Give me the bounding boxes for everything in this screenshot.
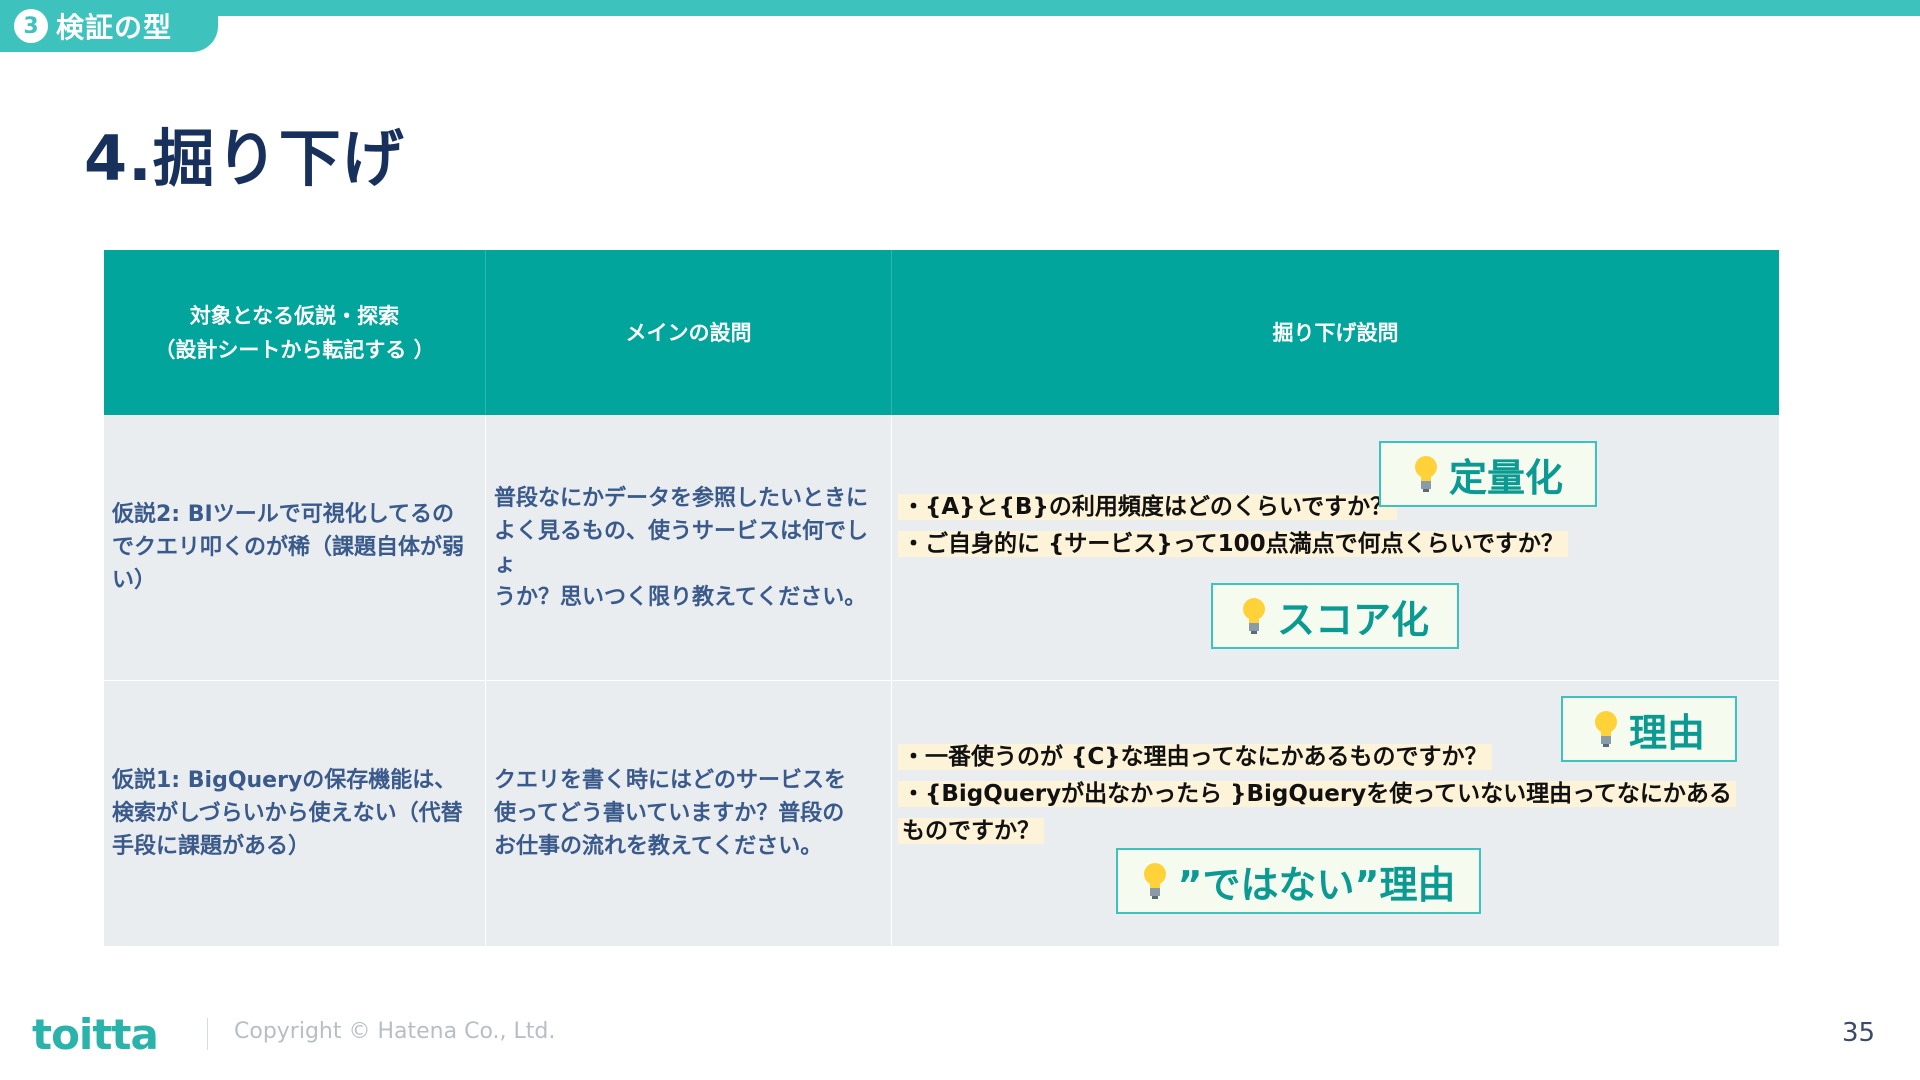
text-line: 手段に課題がある） (112, 834, 311, 859)
callout-quantify: 定量化 (1379, 441, 1597, 507)
callout-label: ”ではない”理由 (1177, 862, 1456, 907)
text-line: お仕事の流れを教えてください。 (494, 834, 823, 859)
text-line: 普段なにかデータを参照したいときに (494, 485, 869, 511)
top-accent-bar (0, 0, 1920, 16)
deep-dive-table: 対象となる仮説・探索 （設計シートから転記する ） メインの設問 掘り下げ設問 … (104, 250, 1779, 946)
text-line: い） (112, 568, 157, 593)
text-line: 仮説1: BigQueryの保存機能は、 (112, 768, 457, 793)
callout-label: 定量化 (1448, 455, 1563, 500)
header-main-question: メインの設問 (486, 250, 892, 415)
table-row: 仮説2: BIツールで可視化してるの でクエリ叩くのが稀（課題自体が弱 い） 普… (104, 415, 1779, 681)
header-followup-label: 掘り下げ設問 (1272, 320, 1399, 345)
text-line: 検索がしづらいから使えない（代替 (112, 801, 463, 826)
callout-not-reason: ”ではない”理由 (1116, 848, 1481, 914)
followup-question: ものですか？ (898, 818, 1044, 844)
table-header-row: 対象となる仮説・探索 （設計シートから転記する ） メインの設問 掘り下げ設問 (104, 250, 1779, 415)
callout-label: スコア化 (1276, 597, 1429, 642)
header-hypothesis: 対象となる仮説・探索 （設計シートから転記する ） (104, 250, 486, 415)
followup-questions: ・{A}と{B}の利用頻度はどのくらいですか？ ・ご自身的に {サービス}って1… (898, 489, 1769, 563)
section-number-badge: 3 (14, 9, 48, 43)
followup-question: ・{BigQueryが出なかったら }BigQueryを使っていない理由ってなに… (898, 781, 1736, 807)
main-question-cell: クエリを書く時にはどのサービスを 使ってどう書いていますか？普段の お仕事の流れ… (486, 681, 892, 946)
hypothesis-cell: 仮説1: BigQueryの保存機能は、 検索がしづらいから使えない（代替 手段… (104, 681, 486, 946)
followup-question: ・一番使うのが {C}な理由ってなにかあるものですか？ (898, 744, 1492, 770)
main-question-text: クエリを書く時にはどのサービスを 使ってどう書いていますか？普段の お仕事の流れ… (486, 681, 891, 946)
callout-label: 理由 (1628, 710, 1705, 755)
section-tab: 3 検証の型 (0, 0, 218, 52)
header-hypothesis-label: 対象となる仮説・探索 （設計シートから転記する ） (154, 303, 435, 362)
text-line: 使ってどう書いていますか？普段の (494, 801, 845, 826)
table-row: 仮説1: BigQueryの保存機能は、 検索がしづらいから使えない（代替 手段… (104, 681, 1779, 946)
header-main-question-label: メインの設問 (625, 320, 752, 345)
copyright-text: Copyright © Hatena Co., Ltd. (234, 1019, 556, 1044)
hypothesis-cell: 仮説2: BIツールで可視化してるの でクエリ叩くのが稀（課題自体が弱 い） (104, 415, 486, 680)
lightbulb-icon (1594, 711, 1617, 747)
hypothesis-text: 仮説1: BigQueryの保存機能は、 検索がしづらいから使えない（代替 手段… (104, 681, 485, 946)
page-number: 35 (1842, 1018, 1876, 1048)
text-line: クエリを書く時にはどのサービスを (494, 768, 847, 793)
page-title: 4.掘り下げ (84, 122, 405, 195)
text-line: でクエリ叩くのが稀（課題自体が弱 (112, 535, 465, 560)
text-line: 仮説2: BIツールで可視化してるの (112, 502, 455, 527)
followup-question: ・{A}と{B}の利用頻度はどのくらいですか？ (898, 494, 1398, 520)
lightbulb-icon (1143, 863, 1166, 899)
followup-question: ・ご自身的に {サービス}って100点満点で何点くらいですか？ (898, 531, 1568, 557)
header-followup: 掘り下げ設問 (892, 250, 1779, 415)
callout-reason: 理由 (1561, 696, 1737, 762)
text-line: よく見るもの、使うサービスは何でしょ (494, 518, 869, 577)
footer-divider (207, 1018, 208, 1050)
followup-cell: ・一番使うのが {C}な理由ってなにかあるものですか？ ・{BigQueryが出… (892, 681, 1779, 946)
lightbulb-icon (1414, 456, 1437, 492)
followup-cell: ・{A}と{B}の利用頻度はどのくらいですか？ ・ご自身的に {サービス}って1… (892, 415, 1779, 680)
main-question-text: 普段なにかデータを参照したいときに よく見るもの、使うサービスは何でしょ うか？… (486, 415, 891, 680)
toitta-logo: toitta (32, 1010, 159, 1059)
callout-score: スコア化 (1211, 583, 1459, 649)
main-question-cell: 普段なにかデータを参照したいときに よく見るもの、使うサービスは何でしょ うか？… (486, 415, 892, 680)
section-label: 検証の型 (56, 11, 173, 44)
lightbulb-icon (1242, 598, 1265, 634)
hypothesis-text: 仮説2: BIツールで可視化してるの でクエリ叩くのが稀（課題自体が弱 い） (104, 415, 485, 680)
text-line: うか？思いつく限り教えてください。 (494, 584, 867, 610)
